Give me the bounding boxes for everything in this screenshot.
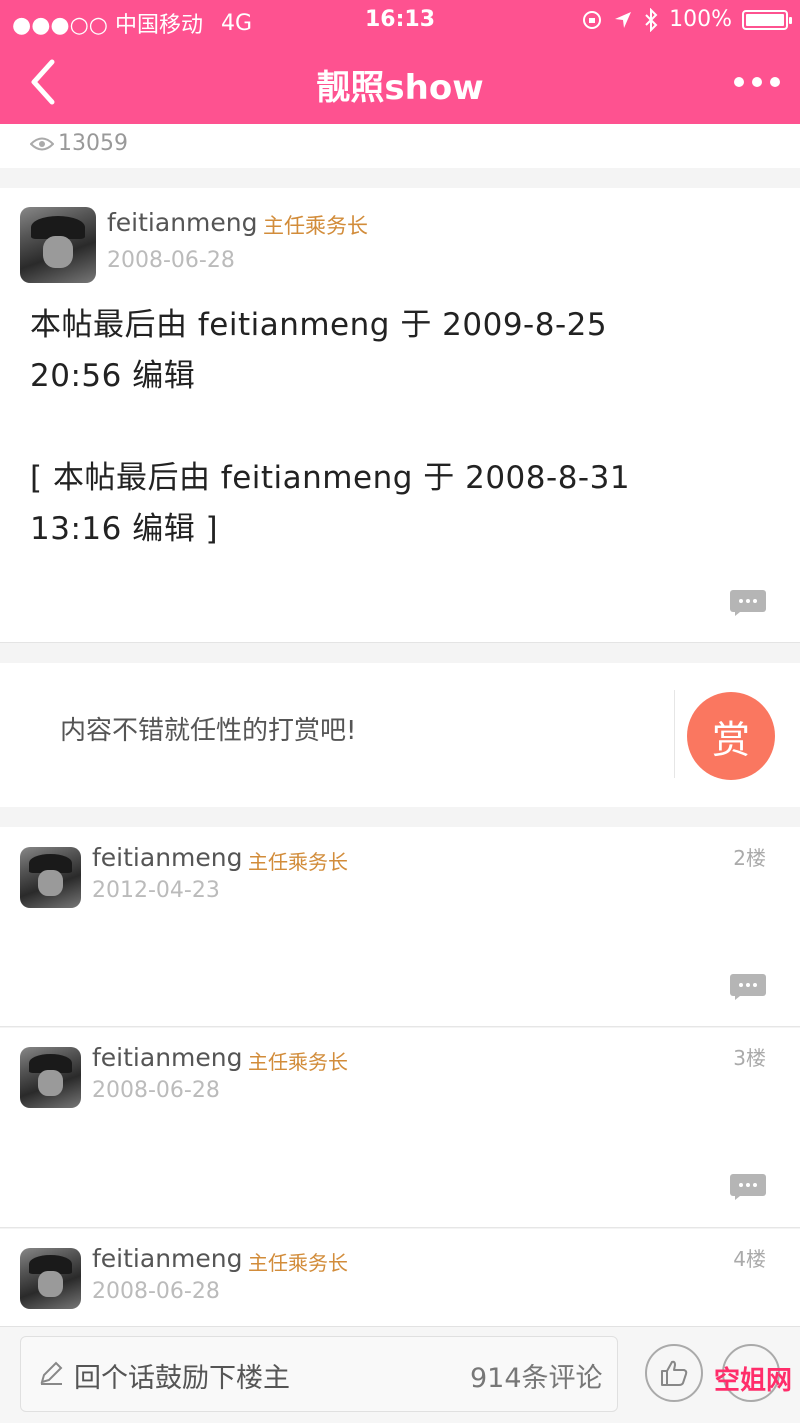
more-dots-icon[interactable]	[732, 68, 782, 96]
reward-button[interactable]: 赏	[687, 692, 775, 780]
floor-number: 4楼	[733, 1247, 766, 1271]
reply-author[interactable]: feitianmeng	[92, 843, 243, 872]
reward-text: 内容不错就任性的打赏吧!	[60, 716, 357, 746]
battery-percent: 100%	[669, 7, 732, 32]
post-body-line: 20:56 编辑	[30, 358, 196, 394]
post-body-line: 13:16 编辑 ]	[30, 511, 219, 547]
nav-bar: 靓照show	[0, 42, 800, 124]
comment-icon[interactable]	[730, 590, 766, 616]
battery-icon	[742, 9, 792, 30]
watermark: 空姐网	[714, 1366, 793, 1396]
post-body-line: [ 本帖最后由 feitianmeng 于 2008-8-31	[30, 460, 631, 496]
post-body-line: 本帖最后由 feitianmeng 于 2009-8-25	[30, 307, 608, 343]
like-button[interactable]	[645, 1344, 703, 1402]
reply-date: 2008-06-28	[92, 1078, 220, 1103]
post-author-role: 主任乘务长	[263, 214, 368, 238]
eye-icon	[30, 137, 54, 151]
page-title: 靓照show	[316, 68, 484, 108]
avatar[interactable]	[20, 1047, 81, 1108]
reply-date: 2012-04-23	[92, 878, 220, 903]
location-icon	[615, 11, 632, 28]
floor-number: 3楼	[733, 1046, 766, 1070]
divider	[674, 690, 675, 778]
reply-author-role: 主任乘务长	[248, 1050, 348, 1074]
status-bar: ●●●○○ 中国移动 4G 16:13 100%	[0, 0, 800, 42]
comment-icon[interactable]	[730, 974, 766, 1000]
comment-count[interactable]: 914条评论	[470, 1356, 603, 1395]
comment-icon[interactable]	[730, 1174, 766, 1200]
avatar[interactable]	[20, 847, 81, 908]
floor-number: 2楼	[733, 846, 766, 870]
post-author[interactable]: feitianmeng	[107, 208, 258, 237]
status-right: 100%	[581, 7, 792, 32]
reply-placeholder[interactable]: 回个话鼓励下楼主	[74, 1356, 290, 1395]
reply-author[interactable]: feitianmeng	[92, 1043, 243, 1072]
avatar[interactable]	[20, 207, 96, 283]
reply-date: 2008-06-28	[92, 1279, 220, 1304]
orientation-lock-icon	[583, 10, 602, 29]
reply-author[interactable]: feitianmeng	[92, 1244, 243, 1273]
thumbs-up-icon	[661, 1360, 688, 1386]
post-date: 2008-06-28	[107, 248, 235, 273]
reply-author-role: 主任乘务长	[248, 850, 348, 874]
reply-author-role: 主任乘务长	[248, 1251, 348, 1275]
pencil-icon	[40, 1361, 63, 1385]
app-header: ●●●○○ 中国移动 4G 16:13 100% 靓照show	[0, 0, 800, 124]
view-count: 13059	[58, 131, 128, 156]
avatar[interactable]	[20, 1248, 81, 1309]
bluetooth-icon	[645, 7, 658, 32]
post-body: 本帖最后由 feitianmeng 于 2009-8-25 20:56 编辑 […	[30, 300, 770, 555]
